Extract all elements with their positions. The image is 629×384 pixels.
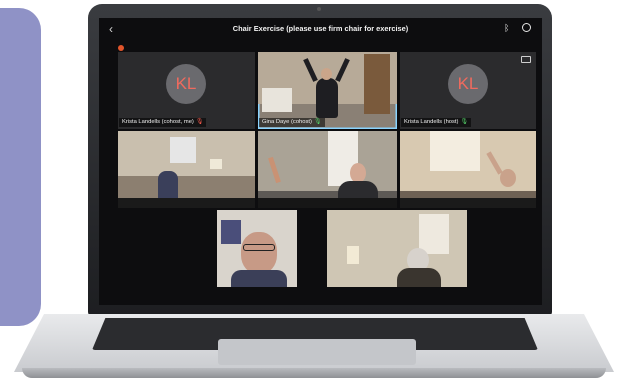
zoom-meeting-screen: ‹ Chair Exercise (please use firm chair … [99, 18, 542, 305]
avatar: KL [166, 64, 206, 104]
mic-muted-icon: 🎙 [195, 119, 204, 125]
meeting-topbar: ‹ Chair Exercise (please use firm chair … [99, 18, 542, 42]
meeting-title: Chair Exercise (please use firm chair fo… [232, 24, 409, 33]
bright-window [430, 131, 480, 171]
participant-name: Krista Landells (host) [404, 119, 459, 125]
participant-name-label: Gina Daye (cohost) 🎙 [259, 118, 325, 127]
screen-share-icon[interactable] [521, 56, 531, 63]
power-icon[interactable] [522, 23, 531, 32]
video-tile-participant-4[interactable] [118, 131, 255, 208]
video-tile-krista-host[interactable]: KL Krista Landells (host) 🎙 [400, 52, 536, 129]
video-tile-krista-me[interactable]: KL Krista Landells (cohost, me) 🎙 [118, 52, 255, 129]
picture-frame [221, 220, 241, 244]
lamp [210, 159, 222, 169]
video-tile-participant-8[interactable] [327, 210, 467, 287]
mic-on-icon: 🎙 [313, 119, 322, 125]
avatar: KL [448, 64, 488, 104]
video-tile-participant-7[interactable] [217, 210, 297, 287]
participant-name-label: Krista Landells (cohost, me) 🎙 [119, 118, 207, 127]
participant-name-label: Krista Landells (host) 🎙 [401, 118, 472, 127]
man-head [350, 163, 366, 183]
participant-name: Gina Daye (cohost) [262, 119, 312, 125]
video-tile-gina[interactable]: Gina Daye (cohost) 🎙 [258, 52, 397, 129]
person [158, 171, 178, 201]
man-head [241, 232, 277, 274]
woman-torso [397, 268, 441, 287]
door [364, 54, 390, 114]
glasses [243, 244, 275, 251]
video-tile-participant-6[interactable] [400, 131, 536, 208]
person-exercising [316, 78, 338, 118]
lamp [347, 246, 359, 264]
side-decoration-panel [0, 8, 41, 326]
recording-indicator-icon [118, 45, 124, 51]
mic-on-icon: 🎙 [460, 119, 469, 125]
bottom-shadow [400, 198, 536, 208]
participant-name: Krista Landells (cohost, me) [122, 119, 194, 125]
webcam [317, 7, 321, 11]
video-tile-participant-5[interactable] [258, 131, 397, 208]
window [170, 137, 196, 163]
shelf [262, 88, 292, 112]
window [419, 214, 449, 254]
trackpad [218, 339, 416, 365]
bottom-shadow [118, 198, 255, 208]
bluetooth-icon[interactable]: ᛒ [504, 23, 509, 33]
laptop-base-edge [22, 368, 606, 378]
person-head [321, 68, 332, 80]
bottom-shadow [258, 198, 397, 208]
man-shirt [231, 270, 287, 287]
